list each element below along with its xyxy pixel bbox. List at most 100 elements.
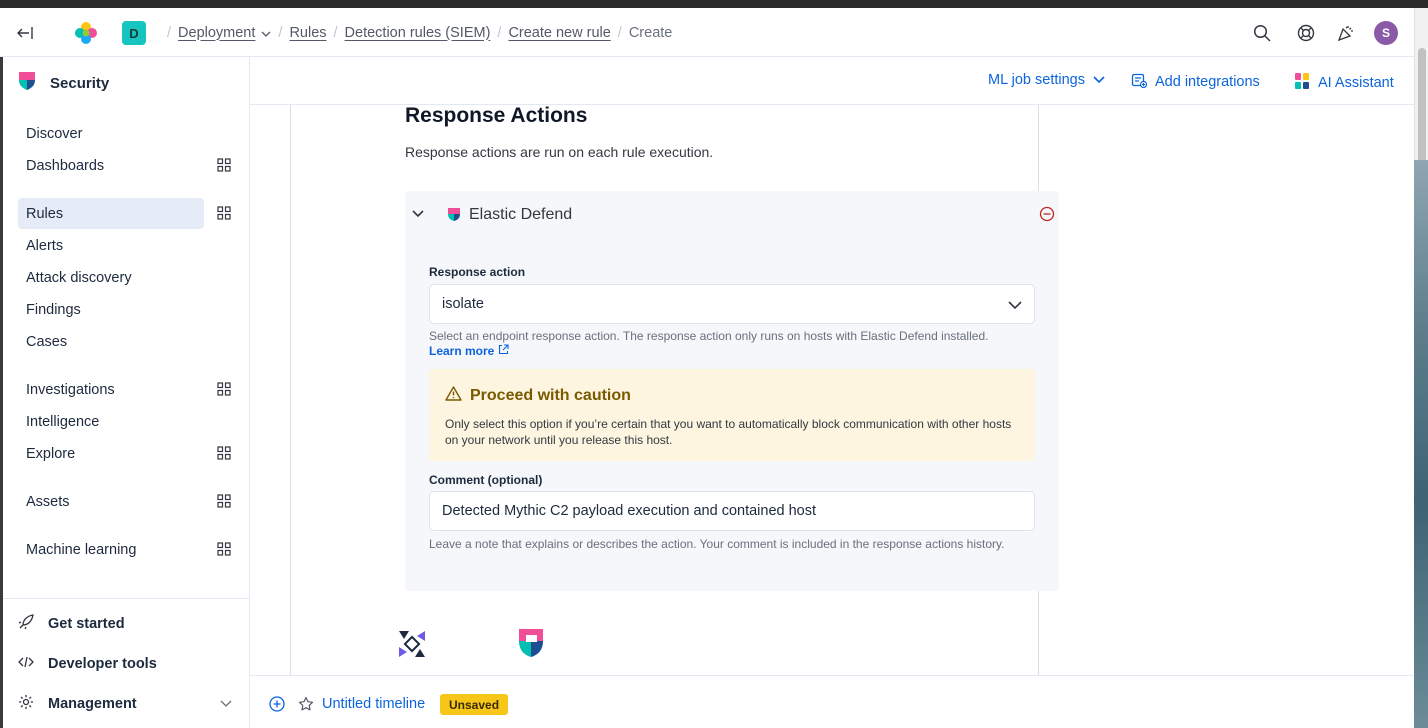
elastic-defend-icon	[447, 207, 461, 222]
side-navigation: Security Discover Dashboards Rules Alert…	[0, 57, 250, 728]
warning-icon	[445, 386, 462, 406]
add-integrations-button[interactable]: Add integrations	[1131, 72, 1260, 92]
external-link-icon	[498, 344, 509, 358]
security-logo-icon	[18, 71, 36, 95]
star-icon[interactable]	[298, 696, 314, 712]
breadcrumb-separator: /	[333, 24, 338, 41]
sidebar-item-developer-tools[interactable]: Developer tools	[18, 654, 157, 674]
sidebar-item-label: Dashboards	[26, 157, 105, 174]
sidebar-item-label: Discover	[26, 125, 83, 142]
sidebar-item-discover[interactable]: Discover	[18, 118, 204, 149]
callout-title-label: Proceed with caution	[470, 387, 631, 404]
remove-action-icon[interactable]	[1039, 206, 1055, 222]
main-content: Response Actions Response actions are ru…	[250, 105, 1414, 675]
breadcrumb-separator: /	[617, 24, 622, 41]
breadcrumb-create-new-rule[interactable]: Create new rule	[508, 25, 610, 41]
sidebar-item-findings[interactable]: Findings	[18, 294, 204, 325]
comment-input[interactable]: Detected Mythic C2 payload execution and…	[429, 491, 1035, 531]
sidebar-divider	[0, 598, 249, 599]
breadcrumb: / Deployment / Rules / Detection rules (…	[160, 8, 672, 57]
breadcrumb-separator: /	[278, 24, 283, 41]
search-icon[interactable]	[1251, 22, 1273, 44]
comment-value: Detected Mythic C2 payload execution and…	[442, 503, 817, 519]
sidebar-item-rules[interactable]: Rules	[18, 198, 204, 229]
breadcrumb-current: Create	[628, 24, 673, 41]
chevron-down-icon[interactable]	[261, 25, 271, 41]
sidebar-item-explore[interactable]: Explore	[18, 438, 204, 469]
chevron-down-icon	[1093, 72, 1105, 88]
comment-help: Leave a note that explains or describes …	[429, 537, 1005, 551]
sidebar-item-cases[interactable]: Cases	[18, 326, 204, 357]
sidebar-item-label: Machine learning	[26, 541, 137, 558]
response-action-accordion: Elastic Defend Response action isolate S…	[405, 191, 1059, 591]
ai-assistant-button[interactable]: AI Assistant	[1294, 72, 1394, 94]
news-feed-icon[interactable]	[1335, 22, 1357, 44]
gear-icon	[18, 694, 34, 714]
breadcrumb-detection-rules[interactable]: Detection rules (SIEM)	[345, 25, 491, 41]
help-icon[interactable]	[1295, 22, 1317, 44]
app-grid-icon[interactable]	[217, 158, 231, 172]
window-edge	[0, 57, 3, 728]
sidebar-item-get-started[interactable]: Get started	[18, 614, 125, 634]
response-action-name[interactable]: Elastic Defend	[469, 206, 572, 224]
response-actions-description: Response actions are run on each rule ex…	[405, 144, 714, 160]
sidebar-item-label: Findings	[26, 301, 81, 318]
global-header: D / Deployment / Rules / Detection rules…	[0, 8, 1428, 57]
integrations-icon	[1131, 72, 1148, 92]
sidebar-item-label: Investigations	[26, 381, 115, 398]
breadcrumb-separator: /	[497, 24, 502, 41]
add-integrations-label: Add integrations	[1155, 74, 1260, 90]
app-grid-icon[interactable]	[217, 382, 231, 396]
elastic-defend-connector-icon[interactable]	[516, 627, 550, 661]
sidebar-item-label: Alerts	[26, 237, 64, 254]
chevron-down-icon	[1008, 298, 1022, 314]
response-action-value: isolate	[442, 296, 484, 312]
add-timeline-icon[interactable]	[269, 696, 285, 712]
user-avatar[interactable]: S	[1374, 21, 1398, 45]
response-action-select[interactable]: isolate	[429, 284, 1035, 324]
desktop-background	[1414, 160, 1428, 728]
sidebar-item-label: Rules	[26, 205, 64, 222]
app-grid-icon[interactable]	[217, 446, 231, 460]
security-title-label: Security	[50, 74, 110, 92]
sidebar-item-label: Assets	[26, 493, 70, 510]
caution-callout: Proceed with caution Only select this op…	[429, 369, 1035, 461]
sidebar-item-dashboards[interactable]: Dashboards	[18, 150, 204, 181]
sidebar-item-machine-learning[interactable]: Machine learning	[18, 534, 204, 565]
space-avatar[interactable]: D	[122, 21, 146, 45]
sidebar-item-alerts[interactable]: Alerts	[18, 230, 204, 261]
learn-more-label: Learn more	[429, 344, 495, 358]
ml-job-settings-button[interactable]: ML job settings	[988, 72, 1105, 88]
rocket-icon	[18, 614, 34, 634]
page-subheader: ML job settings Add integrations AI Assi…	[250, 57, 1414, 105]
scrollbar-thumb[interactable]	[1418, 48, 1426, 168]
sidebar-item-management[interactable]: Management	[18, 694, 232, 714]
osquery-connector-icon[interactable]	[395, 627, 429, 661]
ml-job-settings-label: ML job settings	[988, 72, 1085, 88]
breadcrumb-deployment[interactable]: Deployment	[178, 25, 255, 41]
code-icon	[18, 654, 34, 674]
security-nav-title[interactable]: Security	[18, 71, 109, 95]
timeline-bottom-bar: Untitled timeline Unsaved	[250, 675, 1414, 728]
elastic-logo-icon[interactable]	[74, 21, 98, 45]
breadcrumb-separator: /	[167, 24, 172, 41]
collapse-nav-icon[interactable]	[14, 22, 38, 44]
comment-label: Comment (optional)	[429, 473, 543, 487]
breadcrumb-rules[interactable]: Rules	[289, 25, 326, 41]
learn-more-link[interactable]: Learn more	[429, 344, 509, 358]
callout-title: Proceed with caution	[445, 386, 631, 406]
timeline-title[interactable]: Untitled timeline	[322, 696, 425, 712]
sidebar-item-intelligence[interactable]: Intelligence	[18, 406, 204, 437]
response-action-help: Select an endpoint response action. The …	[429, 329, 989, 343]
chevron-down-icon[interactable]	[220, 696, 232, 712]
app-grid-icon[interactable]	[217, 494, 231, 508]
app-grid-icon[interactable]	[217, 542, 231, 556]
chevron-down-icon[interactable]	[411, 207, 425, 221]
sidebar-item-assets[interactable]: Assets	[18, 486, 204, 517]
app-grid-icon[interactable]	[217, 206, 231, 220]
sidebar-item-attack-discovery[interactable]: Attack discovery	[18, 262, 204, 293]
sidebar-item-label: Developer tools	[48, 656, 157, 672]
sidebar-item-investigations[interactable]: Investigations	[18, 374, 204, 405]
response-action-label: Response action	[429, 265, 526, 279]
callout-body: Only select this option if you’re certai…	[445, 417, 1012, 447]
